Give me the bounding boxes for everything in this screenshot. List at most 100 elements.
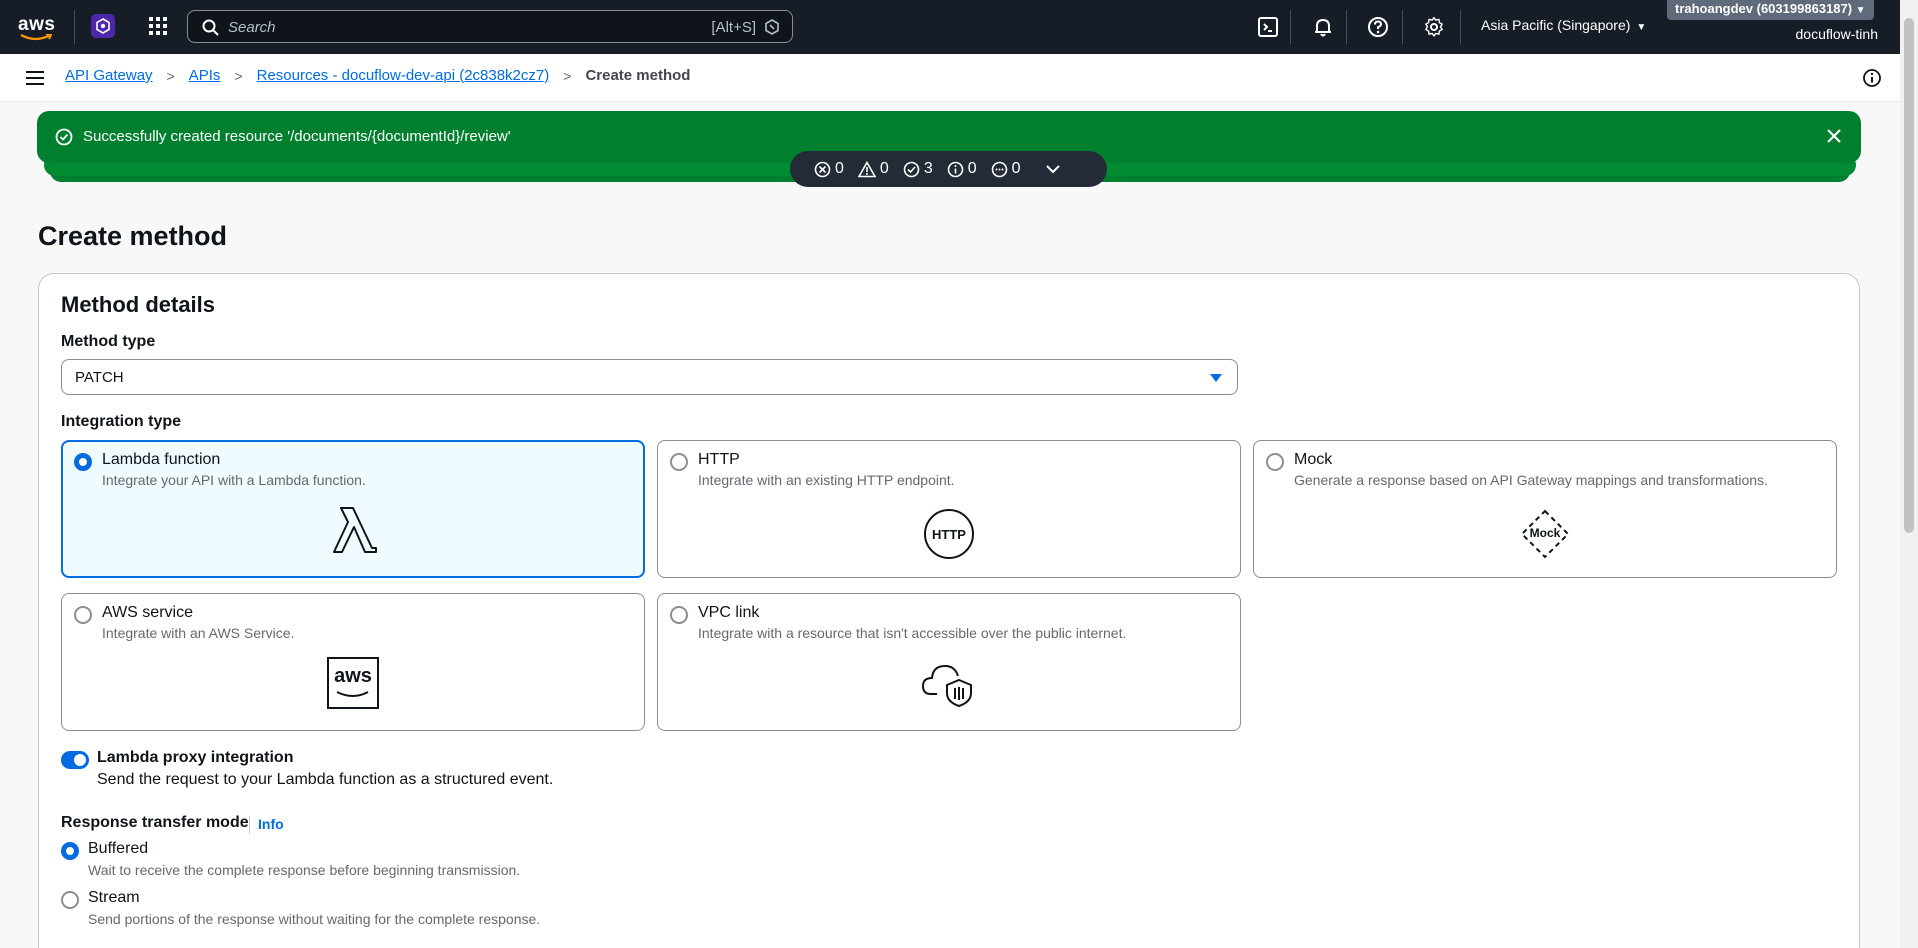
integration-type-vpc-link[interactable]: VPC link Integrate with a resource that …: [657, 593, 1241, 731]
integration-type-http[interactable]: HTTP Integrate with an existing HTTP end…: [657, 440, 1241, 578]
info-count: 0: [947, 160, 977, 178]
cloudshell-icon[interactable]: [1257, 16, 1279, 38]
radio-vpc-link[interactable]: [670, 606, 688, 624]
chevron-right-icon: >: [234, 67, 243, 84]
radio-buffered[interactable]: [61, 842, 79, 860]
response-transfer-mode-label: Response transfer mode: [61, 814, 249, 831]
error-icon: [814, 161, 831, 177]
divider: [249, 816, 250, 834]
tile-title: HTTP: [698, 451, 740, 468]
hamburger-menu-icon[interactable]: [25, 69, 45, 87]
breadcrumb-link-api-gateway[interactable]: API Gateway: [65, 67, 153, 84]
breadcrumb-link-resources[interactable]: Resources - docuflow-dev-api (2c838k2cz7…: [257, 67, 550, 84]
user-name[interactable]: docuflow-tinh: [1796, 26, 1879, 42]
mock-icon: Mock: [1520, 509, 1570, 559]
close-icon[interactable]: [1825, 127, 1843, 145]
divider: [1402, 10, 1403, 44]
amazon-q-icon: [765, 19, 779, 35]
radio-lambda[interactable]: [74, 453, 92, 471]
warning-count-value: 0: [879, 160, 889, 177]
stream-title: Stream: [88, 889, 140, 906]
services-grid-icon[interactable]: [148, 16, 168, 36]
buffered-description: Wait to receive the complete response be…: [88, 862, 521, 878]
radio-http[interactable]: [670, 453, 688, 471]
account-label: trahoangdev (603199863187): [1675, 1, 1853, 16]
top-navigation: aws Search [Alt+S] Asia Pacific (Singapo…: [0, 0, 1918, 54]
tile-description: Integrate with an existing HTTP endpoint…: [698, 472, 955, 488]
integration-type-aws-service[interactable]: AWS service Integrate with an AWS Servic…: [61, 593, 645, 731]
smile-icon: [20, 34, 52, 41]
info-panel-icon[interactable]: [1862, 68, 1882, 88]
tile-description: Integrate with a resource that isn't acc…: [698, 625, 1127, 641]
method-details-panel: Method details Method type PATCH Integra…: [38, 273, 1860, 948]
divider: [1346, 10, 1347, 44]
radio-mock[interactable]: [1266, 453, 1284, 471]
breadcrumb-bar: API Gateway > APIs > Resources - docuflo…: [0, 54, 1900, 102]
tile-description: Integrate with an AWS Service.: [102, 625, 295, 641]
caret-down-icon: ▼: [1855, 5, 1866, 16]
warning-icon: [857, 160, 876, 177]
integration-type-lambda[interactable]: Lambda function Integrate your API with …: [61, 440, 645, 578]
success-count: 3: [903, 160, 933, 178]
integration-type-mock[interactable]: Mock Generate a response based on API Ga…: [1253, 440, 1837, 578]
chevron-right-icon: >: [166, 67, 175, 84]
radio-aws-service[interactable]: [74, 606, 92, 624]
help-icon[interactable]: [1367, 16, 1389, 38]
mock-icon-text: Mock: [1529, 526, 1561, 540]
tile-title: AWS service: [102, 604, 193, 621]
notification-counter[interactable]: 0 0 3 0 0: [790, 151, 1107, 187]
radio-stream[interactable]: [61, 891, 79, 909]
http-icon: HTTP: [924, 509, 974, 559]
tile-title: Mock: [1294, 451, 1333, 468]
breadcrumb-link-apis[interactable]: APIs: [189, 67, 221, 84]
error-count-value: 0: [835, 160, 844, 177]
vpc-link-cloud-shield-icon: [921, 664, 972, 708]
lambda-proxy-title: Lambda proxy integration: [97, 749, 294, 766]
success-count-value: 3: [923, 160, 933, 177]
toggle-knob: [74, 754, 86, 766]
lambda-proxy-toggle[interactable]: [61, 751, 89, 769]
breadcrumb-current: Create method: [585, 67, 691, 84]
divider: [1290, 10, 1291, 44]
success-check-icon: [55, 128, 73, 146]
http-icon-text: HTTP: [932, 526, 966, 542]
search-icon: [202, 19, 219, 36]
info-link[interactable]: Info: [258, 816, 284, 832]
aws-logo-text: aws: [18, 14, 56, 35]
caret-down-icon: [1210, 374, 1222, 382]
api-gateway-icon[interactable]: [91, 14, 115, 38]
caret-down-icon: ▼: [1636, 22, 1647, 33]
error-count: 0: [814, 160, 844, 178]
settings-gear-icon[interactable]: [1423, 16, 1445, 38]
info-icon: [947, 161, 964, 177]
chevron-down-icon[interactable]: [1045, 164, 1061, 174]
chevron-right-icon: >: [563, 67, 572, 84]
method-type-label: Method type: [61, 333, 156, 350]
search-placeholder: Search: [228, 19, 276, 36]
account-menu[interactable]: trahoangdev (603199863187) ▼: [1667, 0, 1874, 20]
aws-service-icon: aws: [327, 657, 379, 709]
region-selector[interactable]: Asia Pacific (Singapore) ▼: [1481, 17, 1646, 33]
tile-description: Generate a response based on API Gateway…: [1294, 472, 1768, 488]
search-input[interactable]: Search [Alt+S]: [187, 10, 793, 43]
divider: [74, 10, 75, 44]
divider: [1460, 10, 1461, 44]
info-count-value: 0: [967, 160, 977, 177]
aws-service-icon-text: aws: [334, 665, 372, 687]
method-type-select[interactable]: PATCH: [61, 359, 1238, 395]
in-progress-icon: [991, 161, 1007, 177]
integration-type-label: Integration type: [61, 413, 182, 430]
warning-count: 0: [857, 160, 889, 178]
tile-title: VPC link: [698, 604, 760, 621]
vertical-scrollbar[interactable]: [1900, 0, 1918, 948]
flash-message: Successfully created resource '/document…: [83, 128, 511, 145]
lambda-proxy-description: Send the request to your Lambda function…: [97, 771, 554, 788]
page-title: Create method: [38, 221, 228, 251]
region-label: Asia Pacific (Singapore): [1481, 17, 1631, 33]
success-icon: [903, 161, 920, 177]
tile-title: Lambda function: [102, 451, 221, 468]
aws-logo[interactable]: aws: [18, 14, 58, 42]
scrollbar-thumb[interactable]: [1904, 18, 1914, 533]
lambda-icon: [333, 507, 377, 553]
notifications-bell-icon[interactable]: [1312, 16, 1334, 38]
